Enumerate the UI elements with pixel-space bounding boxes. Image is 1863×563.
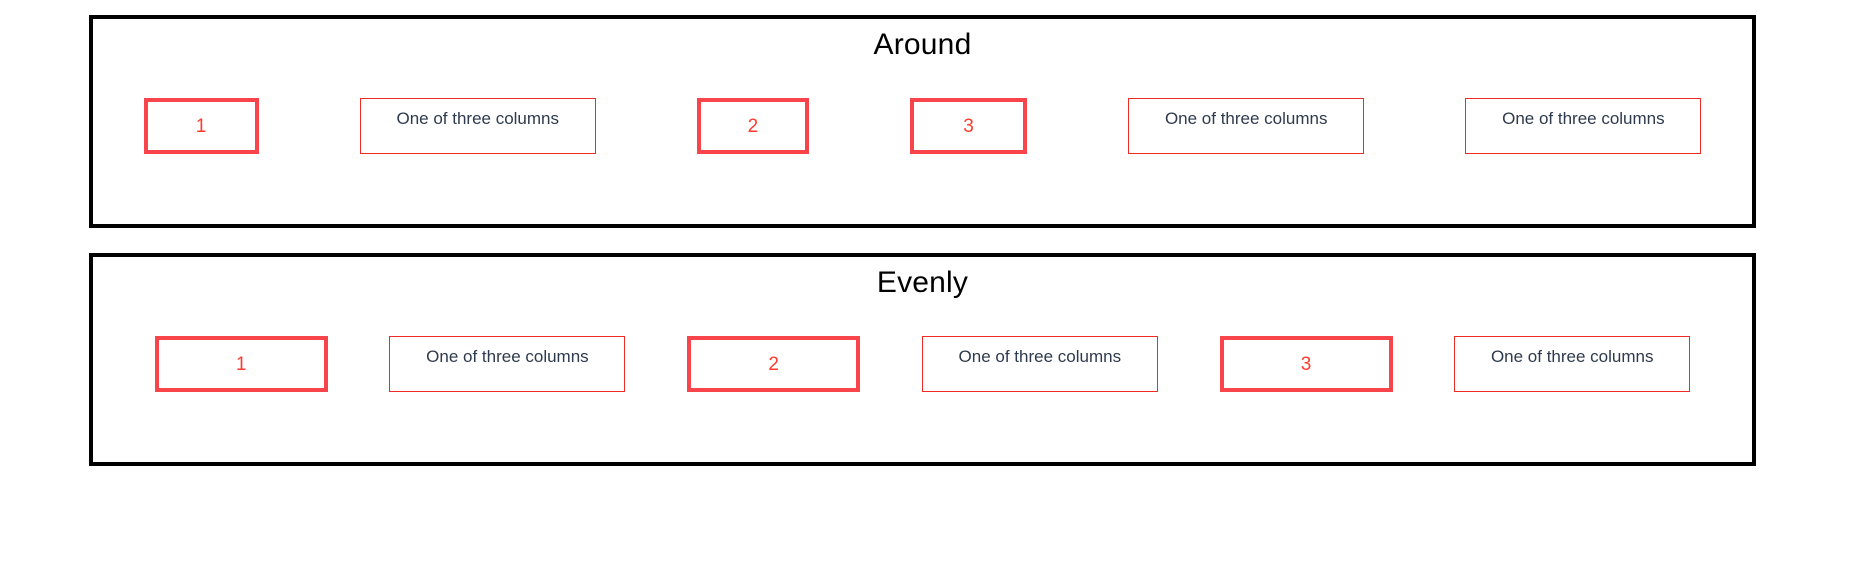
column-box-1-around[interactable]: One of three columns	[359, 98, 596, 154]
flex-row-around: 1 One of three columns 2 3 One of three …	[93, 98, 1752, 154]
screenshot-stage: Around 1 One of three columns 2 3 One of…	[0, 0, 1863, 563]
panel-title-around: Around	[873, 28, 972, 61]
flex-row-evenly: 1 One of three columns 2 One of three co…	[93, 336, 1752, 392]
column-box-3-evenly[interactable]: One of three columns	[1454, 336, 1691, 392]
panel-title-evenly: Evenly	[876, 266, 969, 299]
number-box-2-around[interactable]: 2	[696, 98, 809, 154]
column-box-label: One of three columns	[396, 109, 559, 128]
column-box-label: One of three columns	[1502, 109, 1665, 128]
number-box-label: 1	[235, 353, 247, 375]
column-box-label: One of three columns	[426, 347, 589, 366]
number-box-2-evenly[interactable]: 2	[687, 336, 861, 392]
number-box-3-evenly[interactable]: 3	[1219, 336, 1393, 392]
panel-evenly: Evenly 1 One of three columns 2 One of t…	[89, 253, 1756, 466]
number-box-3-around[interactable]: 3	[910, 98, 1028, 154]
number-box-1-around[interactable]: 1	[143, 98, 259, 154]
panel-around: Around 1 One of three columns 2 3 One of…	[89, 15, 1756, 228]
column-box-label: One of three columns	[1164, 109, 1328, 128]
number-box-label: 2	[768, 353, 779, 375]
column-box-label: One of three columns	[1490, 347, 1654, 366]
column-box-label: One of three columns	[958, 347, 1122, 366]
number-box-1-evenly[interactable]: 1	[154, 336, 328, 392]
number-box-label: 2	[747, 115, 759, 137]
column-box-3-around[interactable]: One of three columns	[1465, 98, 1702, 154]
number-box-label: 3	[963, 115, 974, 137]
column-box-2-evenly[interactable]: One of three columns	[921, 336, 1158, 392]
number-box-label: 1	[195, 115, 207, 137]
column-box-2-around[interactable]: One of three columns	[1128, 98, 1365, 154]
number-box-label: 3	[1300, 353, 1312, 375]
column-box-1-evenly[interactable]: One of three columns	[389, 336, 626, 392]
